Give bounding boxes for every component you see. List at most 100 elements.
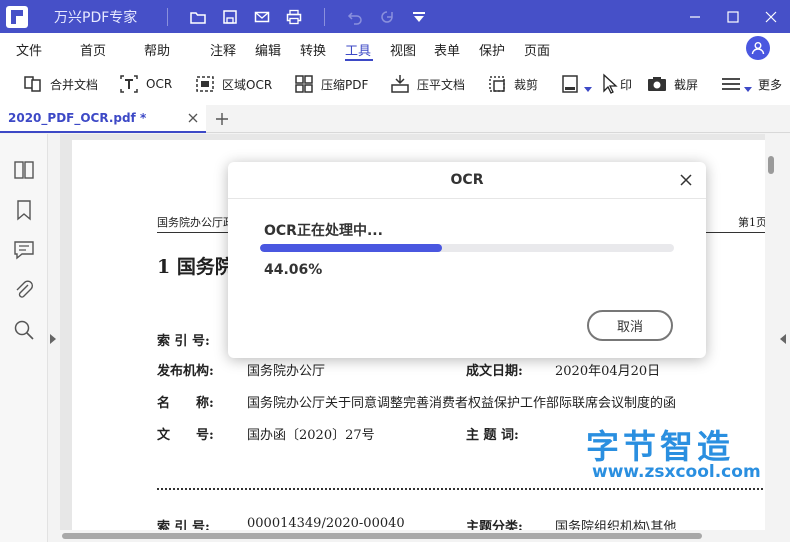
field-value: 国办函〔2020〕27号 xyxy=(247,428,375,443)
field-label: 索 引 号: xyxy=(157,334,210,349)
horizontal-scrollbar[interactable] xyxy=(60,530,765,542)
flatten-label: 压平文档 xyxy=(417,77,466,92)
document-tab[interactable]: 2020_PDF_OCR.pdf * xyxy=(0,105,206,133)
vertical-scroll-thumb[interactable] xyxy=(768,156,774,174)
dialog-divider xyxy=(228,198,706,199)
close-dialog-icon[interactable] xyxy=(678,172,694,188)
more-tools-button[interactable]: 更多 xyxy=(720,72,782,96)
title-separator xyxy=(324,7,326,26)
cancel-button[interactable]: 取消 xyxy=(587,310,673,341)
watermark-url: www.zsxcool.com xyxy=(592,462,761,482)
field-label: 主 题 词: xyxy=(466,428,519,443)
undo-icon[interactable] xyxy=(339,0,371,33)
close-window-button[interactable] xyxy=(752,0,790,33)
ocr-status-text: OCR正在处理中... xyxy=(264,223,383,239)
print-tool-button[interactable]: 印 xyxy=(600,72,632,96)
crop-icon xyxy=(489,76,505,92)
page-header-right: 第1页 xyxy=(738,216,765,229)
title-separator xyxy=(167,7,169,26)
expand-sidebar-icon[interactable] xyxy=(50,334,56,344)
area-ocr-label: 区域OCR xyxy=(222,77,273,92)
menu-convert[interactable]: 转换 xyxy=(300,40,326,59)
flatten-button[interactable]: 压平文档 xyxy=(389,72,465,96)
flatten-icon xyxy=(391,75,409,93)
menu-file[interactable]: 文件 xyxy=(16,40,42,59)
menu-protect[interactable]: 保护 xyxy=(479,40,505,59)
close-tab-icon[interactable] xyxy=(186,111,200,125)
screenshot-button[interactable]: 截屏 xyxy=(646,72,698,96)
compress-button[interactable]: 压缩PDF xyxy=(293,72,368,96)
menu-form[interactable]: 表单 xyxy=(434,40,460,59)
chevron-down-icon xyxy=(584,87,592,92)
thumbnails-icon[interactable] xyxy=(12,158,36,182)
menu-lines-icon xyxy=(722,78,740,90)
page-header-left: 国务院办公厅政 xyxy=(157,216,234,229)
watermark-text: 字节智造 xyxy=(586,427,734,466)
screenshot-icon xyxy=(648,77,666,91)
ocr-progress-bar xyxy=(260,244,674,252)
field-label: 成文日期: xyxy=(466,364,523,379)
field-value: 2020年04月20日 xyxy=(555,364,661,379)
field-label: 索 引 号: xyxy=(157,520,210,530)
menu-edit[interactable]: 编辑 xyxy=(255,40,281,59)
ocr-percent-text: 44.06% xyxy=(264,262,323,278)
field-label: 主题分类: xyxy=(466,520,523,530)
maximize-button[interactable] xyxy=(714,0,752,33)
app-title: 万兴PDF专家 xyxy=(54,9,138,26)
save-icon[interactable] xyxy=(214,0,246,33)
field-label: 文 号: xyxy=(157,428,214,443)
window-controls xyxy=(676,0,790,33)
ocr-progress-fill xyxy=(260,244,443,252)
crop-button[interactable]: 裁剪 xyxy=(486,72,538,96)
ocr-label: OCR xyxy=(146,77,173,91)
field-label: 名 称: xyxy=(157,396,214,411)
menu-tools[interactable]: 工具 xyxy=(345,40,371,59)
document-tab-strip: 2020_PDF_OCR.pdf * xyxy=(0,105,790,133)
horizontal-scroll-thumb[interactable] xyxy=(62,533,702,539)
open-folder-icon[interactable] xyxy=(182,0,214,33)
menu-bar: 文件 首页 帮助 注释 编辑 转换 工具 视图 表单 保护 页面 xyxy=(0,33,790,63)
active-menu-indicator xyxy=(345,59,373,61)
area-ocr-icon xyxy=(196,76,214,92)
dotted-divider xyxy=(157,488,765,490)
merge-button[interactable]: 合并文档 xyxy=(22,72,98,96)
merge-icon xyxy=(24,76,41,92)
search-icon[interactable] xyxy=(12,318,36,342)
new-tab-icon[interactable] xyxy=(212,109,232,129)
print-icon[interactable] xyxy=(278,0,310,33)
ocr-icon xyxy=(120,75,138,93)
document-title: 1 国务院 xyxy=(157,256,234,278)
menu-page[interactable]: 页面 xyxy=(524,40,550,59)
screenshot-label: 截屏 xyxy=(674,77,699,92)
cursor-icon xyxy=(603,73,618,94)
ocr-progress-dialog: OCR OCR正在处理中... 44.06% 取消 xyxy=(228,162,706,358)
redo-icon[interactable] xyxy=(371,0,403,33)
menu-view[interactable]: 视图 xyxy=(390,40,416,59)
ocr-button[interactable]: OCR xyxy=(118,72,172,96)
vertical-scrollbar[interactable] xyxy=(765,134,777,530)
chevron-down-icon xyxy=(744,87,752,92)
menu-home[interactable]: 首页 xyxy=(80,40,106,59)
comment-icon[interactable] xyxy=(12,238,36,262)
area-ocr-button[interactable]: 区域OCR xyxy=(194,72,272,96)
title-bar: 万兴PDF专家 xyxy=(0,0,790,33)
compress-label: 压缩PDF xyxy=(321,77,369,92)
attachment-icon[interactable] xyxy=(12,278,36,302)
app-logo-icon xyxy=(6,5,28,28)
document-tab-label: 2020_PDF_OCR.pdf * xyxy=(8,111,147,125)
expand-right-panel-icon[interactable] xyxy=(780,334,786,344)
mail-icon[interactable] xyxy=(246,0,278,33)
user-avatar-icon[interactable] xyxy=(746,36,770,60)
compress-icon xyxy=(295,75,313,93)
field-value: 国务院组织机构\其他 xyxy=(555,520,677,530)
menu-comment[interactable]: 注释 xyxy=(210,40,236,59)
bookmark-icon[interactable] xyxy=(12,198,36,222)
page-setup-dropdown[interactable] xyxy=(560,72,592,96)
minimize-button[interactable] xyxy=(676,0,714,33)
tools-toolbar: 合并文档 OCR 区域OCR 压缩PDF 压平文档 裁剪 印 截屏 更多 xyxy=(0,63,790,105)
left-sidebar xyxy=(0,134,48,542)
dialog-title: OCR xyxy=(450,172,484,188)
customize-dropdown-icon[interactable] xyxy=(403,0,435,33)
field-value: 国务院办公厅 xyxy=(247,364,326,379)
menu-help[interactable]: 帮助 xyxy=(144,40,170,59)
